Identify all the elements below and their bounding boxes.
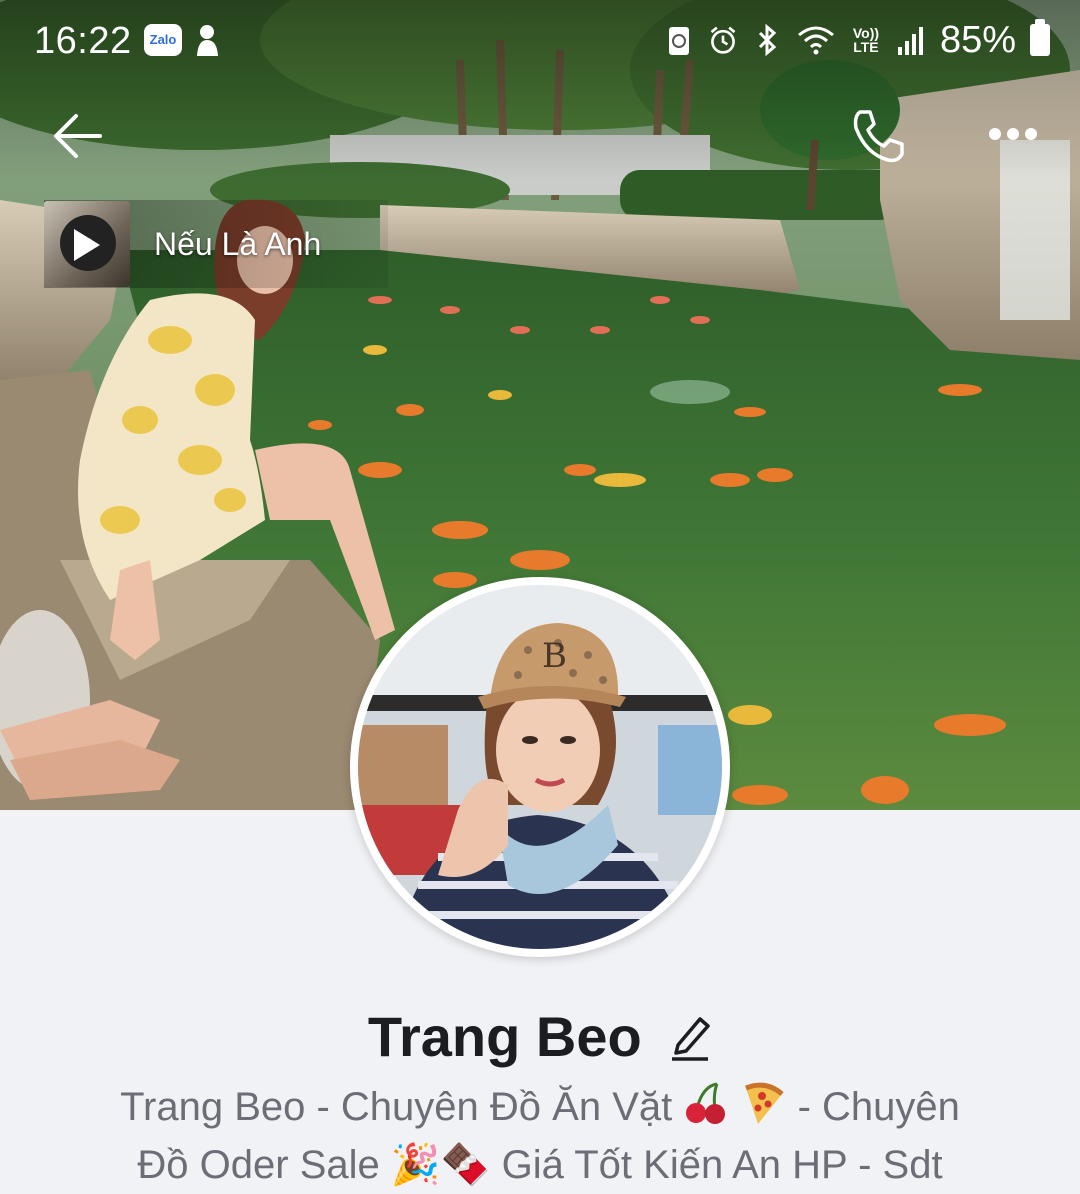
battery-icon xyxy=(1030,19,1050,56)
bio-text-line2: Đồ Oder Sale 🎉🍫 Giá Tốt Kiến An HP - Sdt xyxy=(137,1143,943,1187)
volte-indicator: Vo)) LTE xyxy=(852,25,880,55)
alarm-icon xyxy=(710,26,736,54)
pencil-icon[interactable] xyxy=(668,1013,712,1061)
status-right-group: Vo)) LTE 85% xyxy=(664,18,1050,62)
bio-text-part2: - Chuyên xyxy=(797,1085,960,1129)
cherries-icon xyxy=(686,1082,726,1124)
bio-text-part1: Trang Beo - Chuyên Đồ Ăn Vặt xyxy=(120,1085,673,1129)
signal-icon xyxy=(897,27,923,55)
music-album-thumbnail[interactable] xyxy=(44,201,130,287)
svg-text:B: B xyxy=(542,636,567,676)
profile-bio: Trang Beo - Chuyên Đồ Ăn Vặt - Chuyên Đồ… xyxy=(60,1078,1020,1194)
battery-percent: 85% xyxy=(939,18,1016,61)
zalo-app-icon: Zalo xyxy=(144,24,182,56)
avatar[interactable]: B xyxy=(350,577,730,957)
profile-name-row: Trang Beo xyxy=(0,1004,1080,1069)
pizza-icon xyxy=(745,1082,785,1124)
bluetooth-icon xyxy=(758,23,777,57)
battery-saver-icon xyxy=(668,27,689,55)
play-icon[interactable] xyxy=(74,229,100,261)
notification-app-icon xyxy=(197,25,218,56)
wifi-icon xyxy=(797,26,834,55)
profile-music-chip[interactable]: Nếu Là Anh xyxy=(44,200,388,288)
music-title[interactable]: Nếu Là Anh xyxy=(154,226,321,263)
avatar-photo-illustration: B xyxy=(358,585,722,949)
phone-icon[interactable] xyxy=(846,104,910,168)
status-time: 16:22 xyxy=(34,20,132,62)
arrow-left-icon[interactable] xyxy=(50,108,106,164)
profile-name: Trang Beo xyxy=(367,1005,642,1068)
status-bar: 16:22 Zalo Vo)) LTE 85% xyxy=(0,0,1080,84)
more-dots-icon[interactable] xyxy=(985,112,1041,156)
